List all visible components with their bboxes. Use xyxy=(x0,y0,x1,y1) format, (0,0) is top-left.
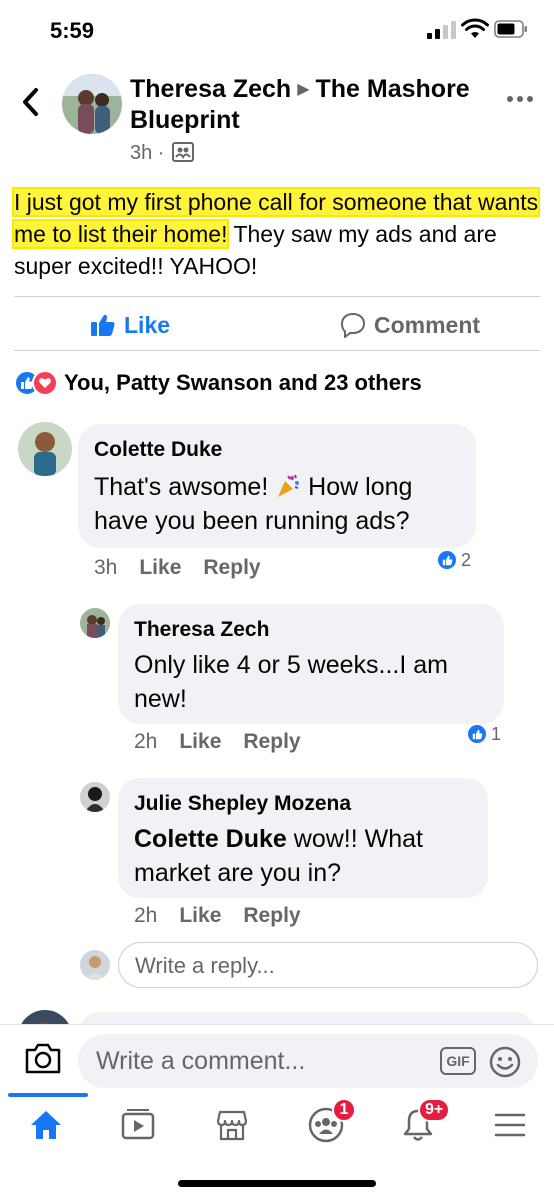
marketplace-icon[interactable] xyxy=(212,1105,252,1145)
comment-like-button[interactable]: Like xyxy=(139,556,181,580)
reply-text: Only like 4 or 5 weeks...I am new! xyxy=(134,651,449,713)
reply-like-button[interactable]: Like xyxy=(179,730,221,754)
comment-label: Comment xyxy=(374,311,481,338)
comment-like-badge[interactable]: 2 xyxy=(436,548,471,572)
like-button[interactable]: Like xyxy=(90,310,170,340)
status-bar: 5:59 xyxy=(0,0,554,60)
reply-time: 2h xyxy=(134,730,158,753)
reply-input[interactable]: Write a reply... xyxy=(118,942,538,988)
comment-like-count: 2 xyxy=(461,549,472,570)
reply-like-count: 1 xyxy=(491,723,502,744)
reply-meta: 2h Like Reply xyxy=(134,904,301,928)
reply-reply-button[interactable]: Reply xyxy=(243,904,300,928)
post-title: Theresa Zech ▶ The Mashore Blueprint xyxy=(130,74,500,136)
reply-author[interactable]: Theresa Zech xyxy=(134,618,269,642)
reply-like-badge[interactable]: 1 xyxy=(466,722,501,746)
comment-reply-button[interactable]: Reply xyxy=(203,556,260,580)
comment-meta: 3h Like Reply xyxy=(94,556,261,580)
emoji-icon[interactable] xyxy=(488,1045,522,1079)
reply-reply-button[interactable]: Reply xyxy=(243,730,300,754)
comment-time: 3h xyxy=(94,556,118,579)
back-icon[interactable] xyxy=(16,84,46,120)
comment-text-a: That's awsome! xyxy=(94,473,276,501)
reply-avatar[interactable] xyxy=(80,782,110,812)
watch-icon[interactable] xyxy=(118,1105,158,1145)
reply-text: Colette Duke wow!! What market are you i… xyxy=(134,822,478,890)
comment-button[interactable]: Comment xyxy=(340,310,480,340)
reply-avatar[interactable] xyxy=(80,608,110,638)
tab-active-indicator xyxy=(8,1093,88,1097)
comment-text: That's awsome! How long have you been ru… xyxy=(94,470,464,538)
comment-author[interactable]: Colette Duke xyxy=(94,438,222,462)
mention-link[interactable]: Colette Duke xyxy=(134,825,287,853)
reactions-summary[interactable]: You, Patty Swanson and 23 others xyxy=(14,368,422,398)
home-indicator xyxy=(178,1180,376,1187)
comment-icon xyxy=(340,312,366,338)
divider-bottom xyxy=(14,350,540,351)
like-reaction-icon xyxy=(466,723,488,745)
arrow-right-icon: ▶ xyxy=(297,81,310,98)
post-text: I just got my first phone call for someo… xyxy=(11,186,542,282)
menu-icon[interactable] xyxy=(490,1105,530,1145)
more-options-icon[interactable] xyxy=(505,92,535,106)
notifications-badge: 9+ xyxy=(418,1098,451,1122)
post-time: 3h · xyxy=(130,142,165,164)
gif-label: GIF xyxy=(446,1053,470,1069)
like-label: Like xyxy=(124,311,171,338)
camera-icon[interactable] xyxy=(24,1041,62,1075)
author-name[interactable]: Theresa Zech xyxy=(130,75,291,103)
tab-bar xyxy=(0,1092,554,1162)
love-reaction-icon xyxy=(32,370,58,396)
home-icon[interactable] xyxy=(26,1105,66,1145)
reactions-text: You, Patty Swanson and 23 others xyxy=(64,370,422,395)
wifi-icon xyxy=(461,18,489,38)
reply-like-button[interactable]: Like xyxy=(179,904,221,928)
commenter-avatar[interactable] xyxy=(18,422,72,476)
post-meta: 3h · xyxy=(130,140,195,166)
author-avatar[interactable] xyxy=(62,74,122,134)
gif-button[interactable]: GIF xyxy=(440,1047,476,1075)
reply-author[interactable]: Julie Shepley Mozena xyxy=(134,792,351,816)
reply-time: 2h xyxy=(134,904,158,927)
like-reaction-icon xyxy=(436,549,458,571)
status-time: 5:59 xyxy=(50,18,95,43)
divider-top xyxy=(14,296,540,297)
thumbs-up-icon xyxy=(91,314,115,336)
battery-icon xyxy=(494,20,527,38)
groups-badge: 1 xyxy=(332,1098,356,1122)
signal-icon xyxy=(427,21,456,39)
party-popper-icon xyxy=(278,474,300,497)
my-avatar xyxy=(80,950,110,980)
reply-meta: 2h Like Reply xyxy=(134,730,301,754)
group-privacy-icon xyxy=(172,142,195,162)
